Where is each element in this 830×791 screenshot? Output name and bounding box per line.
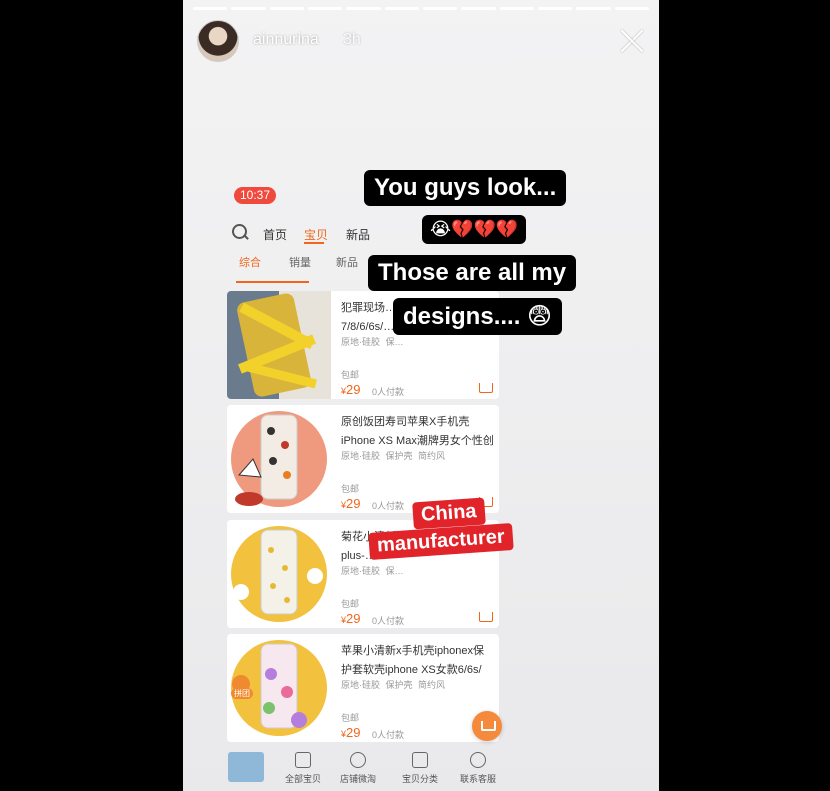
sort-sales[interactable]: 销量 [289,254,311,270]
tab-label: 联系客服 [459,774,496,784]
progress-segment [537,7,573,10]
sticker-line4: designs.... 😨 [393,298,563,335]
floating-cart-button[interactable] [472,711,502,741]
tab-label: 全部宝贝 [284,774,321,784]
shipping-label: 包邮 [341,599,360,609]
tab-shop-feed[interactable]: 店铺微淘 [333,752,383,785]
product-tags: 原地·硅胶 保护壳 简约风 [341,449,448,462]
tag: 简约风 [418,680,446,690]
tag: 原地·硅胶 [341,337,380,347]
progress-segment [269,7,304,10]
sticker-line1: You guys look... [364,170,567,206]
username[interactable]: ainnurina [253,31,319,49]
time-ago: 3h [343,31,361,48]
nav-new[interactable]: 新品 [346,226,370,243]
price: ¥29 [341,382,361,397]
bag-icon [295,752,311,768]
tab-categories[interactable]: 宝贝分类 [395,752,445,785]
status-time: 10:37 [234,187,276,204]
price-value: 29 [346,496,361,511]
tab-label: 宝贝分类 [401,774,438,784]
progress-segment [346,7,381,10]
buyer-count: 0人付款 [372,730,405,740]
progress-segment [307,7,343,10]
nav-products[interactable]: 宝贝 [304,226,328,243]
product-card[interactable]: 拼团 苹果小清新x手机壳iphonex保护套软壳iphone XS女款6/6s/… [227,634,499,742]
progress-segment [384,7,419,10]
sort-underline [236,281,309,283]
tag: 保… [385,337,404,347]
progress-segment [231,7,266,10]
progress-segment [499,7,534,10]
tag: 保护壳 [385,680,413,690]
shipping-label: 包邮 [341,713,360,723]
progress-segment [422,7,458,10]
tab-all-products[interactable]: 全部宝贝 [278,752,328,785]
product-tags: 原地·硅胶 保… [341,335,407,348]
product-tags: 原地·硅胶 保… [341,564,407,577]
thumb-badge: 拼团 [231,688,253,699]
tag: 原地·硅胶 [341,566,380,576]
sort-general[interactable]: 综合 [239,254,261,270]
price: ¥29 [341,725,361,740]
price: ¥29 [341,496,361,511]
shipping-label: 包邮 [341,370,360,380]
progress-segment [614,7,649,10]
story-progress-bars [193,7,649,10]
product-image[interactable] [227,405,331,513]
search-icon[interactable] [232,224,248,240]
progress-segment [461,7,496,10]
tag: 原地·硅胶 [341,680,380,690]
tab-label: 店铺微淘 [339,774,376,784]
progress-segment [193,7,228,10]
price-value: 29 [346,725,361,740]
story-view: ainnurina 3h 10:37 首页 宝贝 新品 综合 销量 新品 犯罪现… [183,0,659,791]
buyer-count: 0人付款 [372,616,405,626]
price-value: 29 [346,382,361,397]
tab-contact-service[interactable]: 联系客服 [453,752,503,785]
tag: 原地·硅胶 [341,451,380,461]
sticker-line3: Those are all my [368,255,577,291]
product-tags: 原地·硅胶 保护壳 简约风 [341,678,448,691]
product-image[interactable] [227,291,331,399]
chat-icon [470,752,486,768]
list-icon [412,752,428,768]
cart-icon[interactable] [479,612,493,622]
sticker-emoji-line: 😭💔💔💔 [422,215,527,244]
shop-logo[interactable] [228,752,264,782]
price-value: 29 [346,611,361,626]
product-card[interactable]: 原创饭团寿司苹果X手机壳iPhone XS Max潮牌男女个性创意 原地·硅胶 … [227,405,499,513]
price: ¥29 [341,611,361,626]
broadcast-icon [350,752,366,768]
tag: 保护壳 [385,451,413,461]
avatar[interactable] [197,20,239,62]
buyer-count: 0人付款 [372,501,405,511]
product-title[interactable]: 苹果小清新x手机壳iphonex保护套软壳iphone XS女款6/6s/ [341,642,495,680]
product-image[interactable]: 拼团 [227,634,331,742]
product-title[interactable]: 原创饭团寿司苹果X手机壳iPhone XS Max潮牌男女个性创意 [341,413,495,451]
shipping-label: 包邮 [341,484,360,494]
nav-underline [304,242,324,244]
product-image[interactable] [227,520,331,628]
cart-icon[interactable] [479,383,493,393]
progress-segment [576,7,611,10]
buyer-count: 0人付款 [372,387,405,397]
tag: 简约风 [418,451,446,461]
close-icon[interactable] [619,28,645,54]
nav-home[interactable]: 首页 [263,226,287,243]
sort-new[interactable]: 新品 [336,254,358,270]
tag: 保… [385,566,404,576]
